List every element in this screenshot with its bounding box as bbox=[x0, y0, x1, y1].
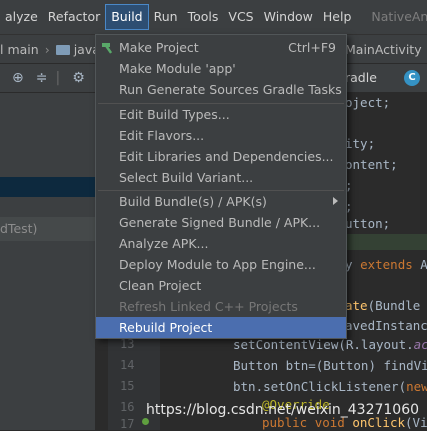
watermark: https://blog.csdn.net/weixin_43271060 bbox=[146, 402, 420, 418]
breadcrumb-main[interactable]: l main bbox=[0, 42, 39, 57]
menu-item-analyze-apk[interactable]: Analyze APK... bbox=[96, 233, 346, 254]
menu-item-clean-project[interactable]: Clean Project bbox=[96, 275, 346, 296]
menu-item-deploy-module[interactable]: Deploy Module to App Engine... bbox=[96, 254, 346, 275]
folder-icon bbox=[55, 45, 70, 55]
gear-icon[interactable]: ⚙ bbox=[72, 70, 85, 86]
tab-gradle[interactable]: radle bbox=[345, 64, 377, 92]
toolbar-divider: | bbox=[55, 70, 61, 86]
menu-build[interactable]: Build bbox=[105, 4, 149, 30]
line-number: 14 bbox=[120, 358, 135, 372]
menu-run[interactable]: Run bbox=[149, 5, 183, 29]
class-icon[interactable]: C bbox=[404, 70, 420, 86]
line-number: 17 bbox=[120, 417, 135, 431]
project-toolbar: ⊕ ≑ | ⚙ bbox=[0, 64, 95, 93]
line-number: 13 bbox=[120, 337, 135, 351]
project-panel bbox=[0, 93, 95, 430]
code-line-15: Button btn=(Button) findView bbox=[233, 358, 427, 373]
menu-item-edit-libraries[interactable]: Edit Libraries and Dependencies... bbox=[96, 146, 346, 167]
code-line-12: avedInstance bbox=[345, 318, 427, 333]
code-highlight bbox=[335, 234, 427, 250]
menu-item-edit-build-types[interactable]: Edit Build Types... bbox=[96, 104, 346, 125]
breadcrumb-separator-icon: › bbox=[44, 41, 50, 57]
submenu-arrow-icon bbox=[333, 197, 338, 205]
menu-analyze[interactable]: alyze bbox=[0, 5, 43, 29]
locate-icon[interactable]: ⊕ bbox=[12, 70, 24, 86]
menu-help[interactable]: Help bbox=[318, 5, 357, 29]
menu-tools[interactable]: Tools bbox=[183, 5, 224, 29]
menu-item-build-bundle[interactable]: Build Bundle(s) / APK(s) bbox=[96, 191, 346, 212]
breakpoint-icon[interactable] bbox=[142, 418, 149, 425]
menu-item-generate-signed[interactable]: Generate Signed Bundle / APK... bbox=[96, 212, 346, 233]
menu-refactor[interactable]: Refactor bbox=[43, 5, 105, 29]
build-menu: Make Project Ctrl+F9 Make Module 'app' R… bbox=[95, 34, 347, 339]
menu-item-edit-flavors[interactable]: Edit Flavors... bbox=[96, 125, 346, 146]
menu-item-run-generate-sources[interactable]: Run Generate Sources Gradle Tasks bbox=[96, 79, 346, 100]
menu-vcs[interactable]: VCS bbox=[223, 5, 258, 29]
selected-tree-item[interactable] bbox=[0, 177, 95, 197]
code-fragment: ontent; bbox=[345, 157, 398, 172]
code-line-16: btn.setOnClickListener(new V bbox=[233, 379, 427, 394]
code-fragment: oject; bbox=[345, 95, 391, 110]
menu-window[interactable]: Window bbox=[259, 5, 318, 29]
menu-item-select-build-variant[interactable]: Select Build Variant... bbox=[96, 167, 346, 188]
tree-item-test[interactable]: dTest) bbox=[0, 217, 95, 241]
code-line-10: y extends Ac bbox=[345, 257, 427, 272]
menu-item-make-project[interactable]: Make Project Ctrl+F9 bbox=[96, 37, 346, 58]
project-title: NativeAn bbox=[371, 9, 427, 24]
code-line-13: setContentView(R.layout.acti bbox=[233, 337, 427, 352]
code-fragment: utton; bbox=[345, 216, 391, 231]
breadcrumb-mainactivity[interactable]: MainActivity bbox=[345, 42, 422, 57]
code-fragment: ity; bbox=[345, 136, 376, 151]
code-line-11: ate(Bundle s bbox=[345, 298, 427, 313]
menu-item-refresh-linked-cpp: Refresh Linked C++ Projects bbox=[119, 299, 298, 314]
line-number: 16 bbox=[120, 400, 135, 414]
hammer-icon bbox=[102, 43, 113, 54]
menu-bar: alyze Refactor Build Run Tools VCS Windo… bbox=[0, 0, 427, 35]
menu-item-make-module[interactable]: Make Module 'app' bbox=[96, 58, 346, 79]
line-number: 15 bbox=[120, 379, 135, 393]
menu-item-rebuild-project[interactable]: Rebuild Project bbox=[96, 317, 346, 338]
collapse-icon[interactable]: ≑ bbox=[36, 70, 48, 86]
